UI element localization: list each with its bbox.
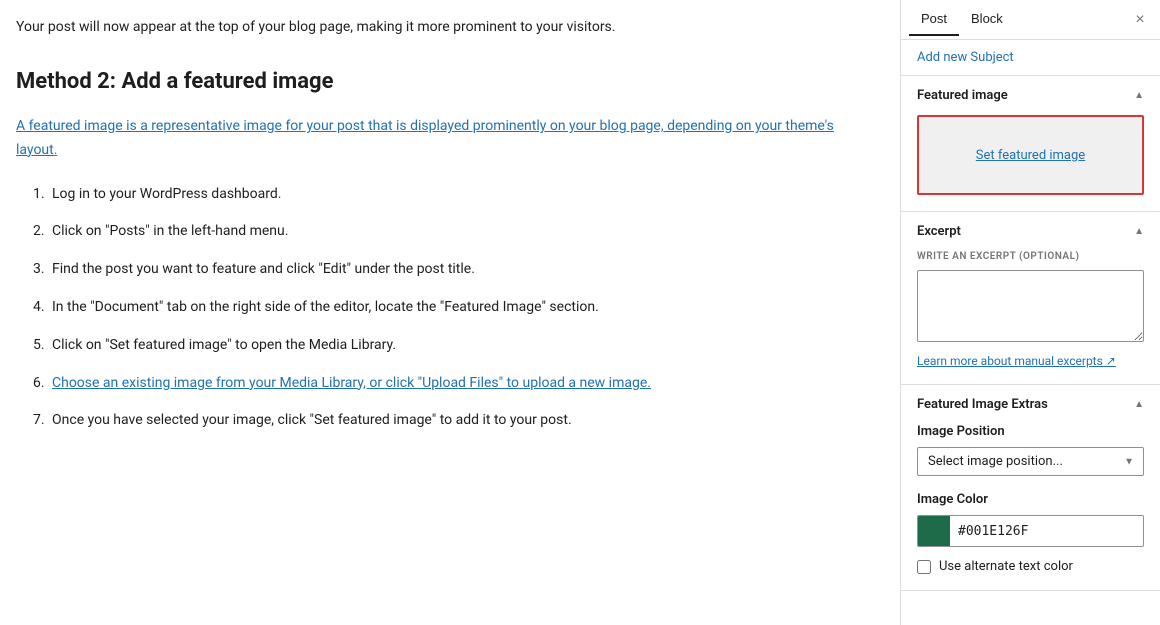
- alternate-text-row: Use alternate text color: [917, 559, 1144, 574]
- intro-text: Your post will now appear at the top of …: [16, 16, 868, 40]
- chevron-up-icon-extras: ▲: [1134, 399, 1144, 410]
- set-featured-image-text[interactable]: Set featured image: [976, 148, 1085, 163]
- learn-more-excerpts-link[interactable]: Learn more about manual excerpts ↗: [917, 354, 1144, 368]
- list-item: Click on "Posts" in the left-hand menu.: [48, 220, 868, 244]
- excerpt-title: Excerpt: [917, 224, 961, 239]
- panel-tabs: Post Block ×: [901, 0, 1160, 40]
- excerpt-header[interactable]: Excerpt ▲: [901, 212, 1160, 251]
- image-position-select[interactable]: Select image position... Top Center Bott…: [917, 447, 1144, 476]
- list-item: Once you have selected your image, click…: [48, 409, 868, 433]
- chevron-up-icon: ▲: [1134, 90, 1144, 101]
- featured-extras-title: Featured Image Extras: [917, 397, 1048, 412]
- image-color-label: Image Color: [917, 492, 1144, 507]
- tabs-group: Post Block: [909, 3, 1015, 36]
- image-position-wrapper: Select image position... Top Center Bott…: [917, 447, 1144, 476]
- featured-extras-body: Image Position Select image position... …: [901, 424, 1160, 590]
- steps-list: Log in to your WordPress dashboard. Clic…: [16, 183, 868, 434]
- list-item: In the "Document" tab on the right side …: [48, 296, 868, 320]
- image-color-wrapper: [917, 515, 1144, 547]
- excerpt-field-label: WRITE AN EXCERPT (OPTIONAL): [917, 251, 1144, 262]
- excerpt-body: WRITE AN EXCERPT (OPTIONAL) Learn more a…: [901, 251, 1160, 384]
- color-input[interactable]: [950, 518, 1143, 545]
- list-item: Find the post you want to feature and cl…: [48, 258, 868, 282]
- featured-image-body: Set featured image: [901, 115, 1160, 211]
- list-item: Log in to your WordPress dashboard.: [48, 183, 868, 207]
- description-link[interactable]: A featured image is a representative ima…: [16, 115, 868, 163]
- alternate-text-label: Use alternate text color: [939, 559, 1073, 574]
- featured-image-extras-section: Featured Image Extras ▲ Image Position S…: [901, 385, 1160, 591]
- main-content: Your post will now appear at the top of …: [0, 0, 900, 625]
- excerpt-textarea[interactable]: [917, 270, 1144, 342]
- alternate-text-checkbox[interactable]: [917, 560, 931, 574]
- list-item: Choose an existing image from your Media…: [48, 372, 868, 396]
- color-swatch[interactable]: [918, 515, 950, 547]
- add-subject-link[interactable]: Add new Subject: [901, 40, 1160, 76]
- image-position-label: Image Position: [917, 424, 1144, 439]
- chevron-up-icon-excerpt: ▲: [1134, 226, 1144, 237]
- set-featured-image-box[interactable]: Set featured image: [917, 115, 1144, 195]
- featured-extras-header[interactable]: Featured Image Extras ▲: [901, 385, 1160, 424]
- sidebar-panel: Post Block × Add new Subject Featured im…: [900, 0, 1160, 625]
- tab-block[interactable]: Block: [959, 3, 1015, 36]
- tab-post[interactable]: Post: [909, 3, 959, 36]
- step6-link[interactable]: Choose an existing image from your Media…: [52, 375, 651, 391]
- featured-image-section: Featured image ▲ Set featured image: [901, 76, 1160, 212]
- close-button[interactable]: ×: [1128, 8, 1152, 32]
- featured-image-title: Featured image: [917, 88, 1008, 103]
- method-heading: Method 2: Add a featured image: [16, 64, 868, 99]
- excerpt-section: Excerpt ▲ WRITE AN EXCERPT (OPTIONAL) Le…: [901, 212, 1160, 385]
- featured-image-header[interactable]: Featured image ▲: [901, 76, 1160, 115]
- list-item: Click on "Set featured image" to open th…: [48, 334, 868, 358]
